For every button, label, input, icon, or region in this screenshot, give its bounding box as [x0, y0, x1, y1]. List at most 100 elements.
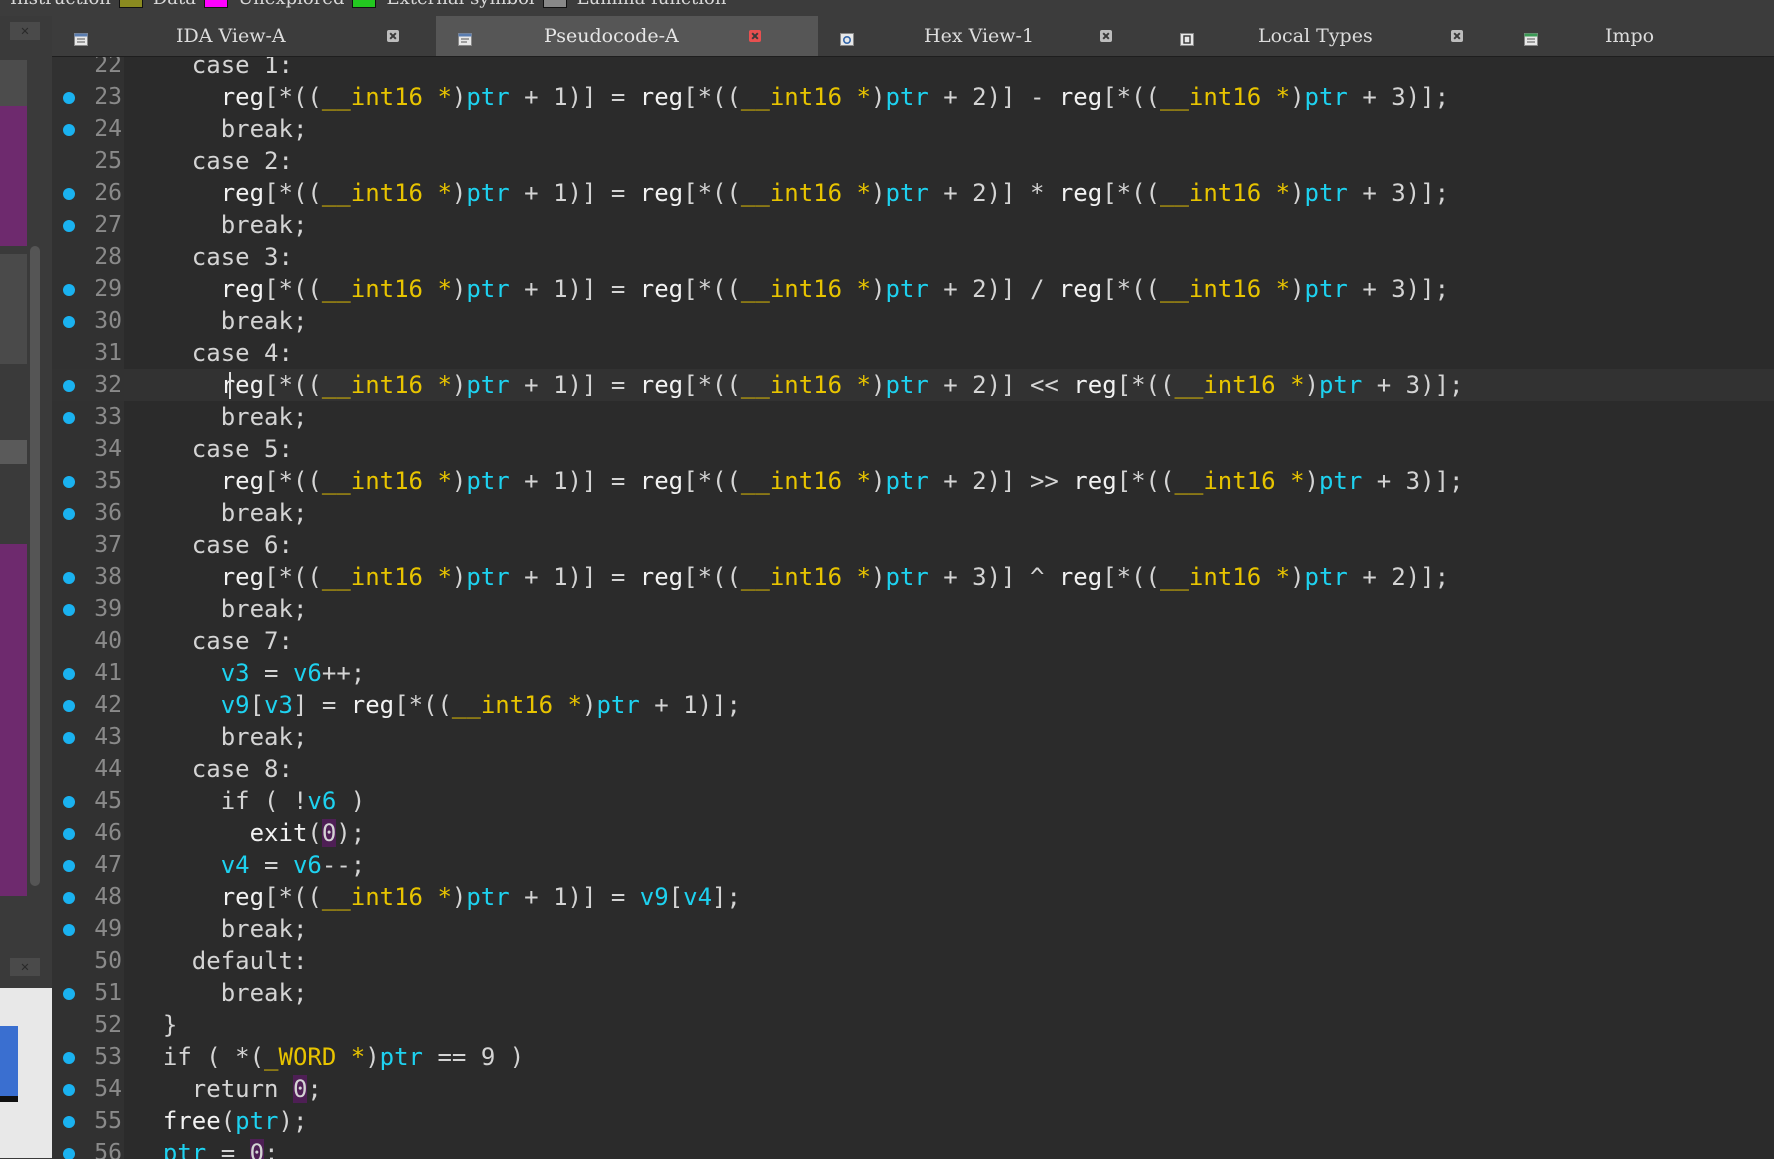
- code-text[interactable]: v3 = v6++;: [134, 657, 366, 689]
- tab-local-types[interactable]: Local Types: [1158, 16, 1502, 56]
- code-text[interactable]: case 7:: [134, 625, 293, 657]
- tab-pseudocode-a[interactable]: Pseudocode-A: [436, 16, 818, 56]
- code-text[interactable]: }: [134, 1009, 177, 1041]
- breakpoint-dot-icon[interactable]: [63, 1148, 75, 1159]
- code-text[interactable]: reg[*((__int16 *)ptr + 1)] = reg[*((__in…: [134, 369, 1464, 401]
- breakpoint-dot-icon[interactable]: [63, 828, 75, 840]
- breakpoint-dot-icon[interactable]: [63, 604, 75, 616]
- code-line[interactable]: 44 case 8:: [52, 753, 1774, 785]
- breakpoint-dot-icon[interactable]: [63, 508, 75, 520]
- code-line[interactable]: 51 break;: [52, 977, 1774, 1009]
- pseudocode-editor[interactable]: 22 case 1: 23 reg[*((__int16 *)ptr + 1)] …: [52, 57, 1774, 1159]
- code-line[interactable]: 38 reg[*((__int16 *)ptr + 1)] = reg[*((_…: [52, 561, 1774, 593]
- code-line[interactable]: 36 break;: [52, 497, 1774, 529]
- code-text[interactable]: break;: [134, 113, 308, 145]
- code-text[interactable]: reg[*((__int16 *)ptr + 1)] = v9[v4];: [134, 881, 741, 913]
- code-line[interactable]: 26 reg[*((__int16 *)ptr + 1)] = reg[*((_…: [52, 177, 1774, 209]
- code-text[interactable]: default:: [134, 945, 308, 977]
- breakpoint-dot-icon[interactable]: [63, 988, 75, 1000]
- code-line[interactable]: 39 break;: [52, 593, 1774, 625]
- code-text[interactable]: v9[v3] = reg[*((__int16 *)ptr + 1)];: [134, 689, 741, 721]
- code-text[interactable]: case 3:: [134, 241, 293, 273]
- code-line[interactable]: 23 reg[*((__int16 *)ptr + 1)] = reg[*((_…: [52, 81, 1774, 113]
- code-text[interactable]: reg[*((__int16 *)ptr + 1)] = reg[*((__in…: [134, 81, 1449, 113]
- panel-scrollbar[interactable]: [30, 246, 40, 886]
- code-line[interactable]: 31 case 4:: [52, 337, 1774, 369]
- panel-close-icon[interactable]: ✕: [10, 958, 40, 976]
- breakpoint-dot-icon[interactable]: [63, 476, 75, 488]
- code-line[interactable]: 24 break;: [52, 113, 1774, 145]
- tab-imports[interactable]: Impo: [1502, 16, 1774, 56]
- code-line[interactable]: 53 if ( *(_WORD *)ptr == 9 ): [52, 1041, 1774, 1073]
- code-line[interactable]: 48 reg[*((__int16 *)ptr + 1)] = v9[v4];: [52, 881, 1774, 913]
- code-line[interactable]: 40 case 7:: [52, 625, 1774, 657]
- code-text[interactable]: break;: [134, 721, 308, 753]
- breakpoint-dot-icon[interactable]: [63, 1116, 75, 1128]
- breakpoint-dot-icon[interactable]: [63, 572, 75, 584]
- code-line[interactable]: 49 break;: [52, 913, 1774, 945]
- code-text[interactable]: v4 = v6--;: [134, 849, 366, 881]
- code-line[interactable]: 34 case 5:: [52, 433, 1774, 465]
- breakpoint-dot-icon[interactable]: [63, 700, 75, 712]
- code-line[interactable]: 29 reg[*((__int16 *)ptr + 1)] = reg[*((_…: [52, 273, 1774, 305]
- tab-ida-view-a[interactable]: IDA View-A: [52, 16, 436, 56]
- code-text[interactable]: return 0;: [134, 1073, 322, 1105]
- code-text[interactable]: break;: [134, 497, 308, 529]
- code-line[interactable]: 42 v9[v3] = reg[*((__int16 *)ptr + 1)];: [52, 689, 1774, 721]
- breakpoint-dot-icon[interactable]: [63, 892, 75, 904]
- code-line[interactable]: 52 }: [52, 1009, 1774, 1041]
- code-text[interactable]: case 6:: [134, 529, 293, 561]
- code-text[interactable]: free(ptr);: [134, 1105, 308, 1137]
- tab-hex-view-1[interactable]: Hex View-1: [818, 16, 1158, 56]
- code-text[interactable]: break;: [134, 913, 308, 945]
- code-text[interactable]: case 2:: [134, 145, 293, 177]
- breakpoint-dot-icon[interactable]: [63, 92, 75, 104]
- code-line[interactable]: 54 return 0;: [52, 1073, 1774, 1105]
- code-line[interactable]: 30 break;: [52, 305, 1774, 337]
- code-line[interactable]: 43 break;: [52, 721, 1774, 753]
- code-line[interactable]: 56 ptr = 0;: [52, 1137, 1774, 1159]
- close-tab-icon[interactable]: [387, 30, 399, 42]
- breakpoint-dot-icon[interactable]: [63, 668, 75, 680]
- breakpoint-dot-icon[interactable]: [63, 284, 75, 296]
- code-text[interactable]: break;: [134, 977, 308, 1009]
- code-text[interactable]: break;: [134, 209, 308, 241]
- code-line[interactable]: 22 case 1:: [52, 57, 1774, 81]
- close-tab-icon[interactable]: [1451, 30, 1463, 42]
- code-text[interactable]: case 4:: [134, 337, 293, 369]
- breakpoint-dot-icon[interactable]: [63, 732, 75, 744]
- close-tab-icon[interactable]: [749, 30, 761, 42]
- code-line[interactable]: 46 exit(0);: [52, 817, 1774, 849]
- code-text[interactable]: break;: [134, 401, 308, 433]
- breakpoint-dot-icon[interactable]: [63, 796, 75, 808]
- code-text[interactable]: reg[*((__int16 *)ptr + 1)] = reg[*((__in…: [134, 561, 1449, 593]
- code-line[interactable]: 35 reg[*((__int16 *)ptr + 1)] = reg[*((_…: [52, 465, 1774, 497]
- code-text[interactable]: case 8:: [134, 753, 293, 785]
- breakpoint-dot-icon[interactable]: [63, 124, 75, 136]
- code-text[interactable]: break;: [134, 305, 308, 337]
- code-text[interactable]: reg[*((__int16 *)ptr + 1)] = reg[*((__in…: [134, 177, 1449, 209]
- breakpoint-dot-icon[interactable]: [63, 220, 75, 232]
- breakpoint-dot-icon[interactable]: [63, 412, 75, 424]
- code-line[interactable]: 33 break;: [52, 401, 1774, 433]
- breakpoint-dot-icon[interactable]: [63, 316, 75, 328]
- code-line[interactable]: 45 if ( !v6 ): [52, 785, 1774, 817]
- code-line[interactable]: 32 reg[*((__int16 *)ptr + 1)] = reg[*((_…: [52, 369, 1774, 401]
- code-text[interactable]: case 5:: [134, 433, 293, 465]
- code-line[interactable]: 25 case 2:: [52, 145, 1774, 177]
- code-line[interactable]: 50 default:: [52, 945, 1774, 977]
- close-tab-icon[interactable]: [1100, 30, 1112, 42]
- breakpoint-dot-icon[interactable]: [63, 1052, 75, 1064]
- code-text[interactable]: if ( !v6 ): [134, 785, 366, 817]
- code-line[interactable]: 28 case 3:: [52, 241, 1774, 273]
- code-line[interactable]: 27 break;: [52, 209, 1774, 241]
- breakpoint-dot-icon[interactable]: [63, 924, 75, 936]
- code-text[interactable]: ptr = 0;: [134, 1137, 279, 1159]
- code-line[interactable]: 55 free(ptr);: [52, 1105, 1774, 1137]
- panel-close-icon[interactable]: ✕: [10, 22, 40, 40]
- code-text[interactable]: reg[*((__int16 *)ptr + 1)] = reg[*((__in…: [134, 273, 1449, 305]
- code-line[interactable]: 47 v4 = v6--;: [52, 849, 1774, 881]
- code-text[interactable]: if ( *(_WORD *)ptr == 9 ): [134, 1041, 524, 1073]
- code-text[interactable]: case 1:: [134, 57, 293, 81]
- code-line[interactable]: 41 v3 = v6++;: [52, 657, 1774, 689]
